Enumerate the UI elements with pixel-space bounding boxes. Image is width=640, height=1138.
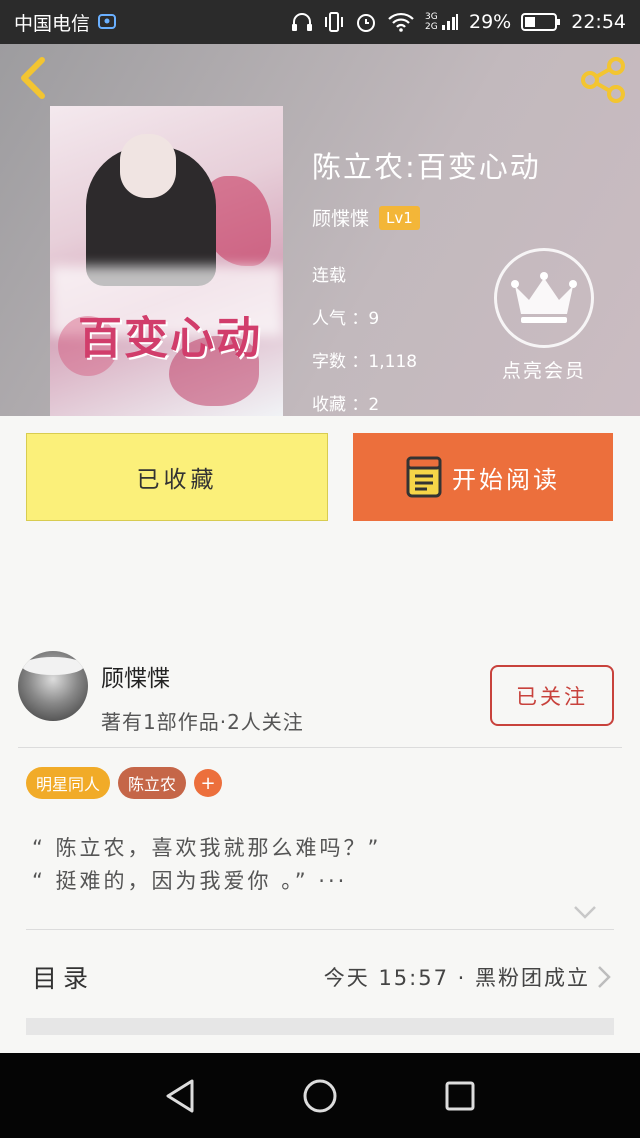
carrier-group: 中国电信: [14, 9, 117, 36]
tag-list: 明星同人 陈立农 +: [26, 767, 223, 799]
nav-recents-icon: [445, 1081, 475, 1110]
status-bar: 中国电信 3G 2G 29% 22:54: [0, 0, 640, 44]
synopsis-line: “ 陈立农，喜欢我就那么难吗？”: [32, 836, 382, 860]
share-button[interactable]: [580, 56, 628, 104]
battery-icon: [521, 12, 561, 32]
table-of-contents-row[interactable]: 目录 今天 15:57 · 黑粉团成立: [26, 945, 614, 1009]
book-icon: [406, 456, 442, 498]
nav-back-button[interactable]: [158, 1074, 202, 1118]
expand-synopsis-button[interactable]: [572, 904, 598, 920]
serial-status: 连载: [312, 266, 346, 286]
book-header: 百变心动 陈立农:百变心动 顾惵惵 Lv1 连载 人气 ：9 字数 ：1,118…: [0, 44, 640, 416]
avatar-hat: [22, 657, 84, 675]
author-card-name[interactable]: 顾惵惵: [101, 659, 170, 693]
latest-chapter: 今天 15:57 · 黑粉团成立: [323, 966, 590, 990]
divider: [18, 747, 622, 748]
system-nav-bar: [0, 1053, 640, 1138]
section-separator: [26, 1018, 614, 1035]
start-reading-label: 开始阅读: [452, 465, 560, 494]
nav-back-icon: [166, 1079, 194, 1112]
level-badge: Lv1: [379, 205, 420, 230]
cover-title: 百变心动: [78, 313, 262, 364]
alarm-icon: [355, 11, 377, 33]
battery-percent: 29%: [469, 11, 512, 33]
synopsis-line: “ 挺难的，因为我爱你 。” ···: [32, 869, 348, 893]
cover-face: [120, 134, 176, 198]
member-button[interactable]: 点亮会员: [494, 248, 594, 394]
tag-item[interactable]: 明星同人: [26, 767, 111, 799]
back-button[interactable]: [14, 56, 54, 100]
follow-label: 已关注: [516, 684, 588, 709]
signal-icon: 3G 2G: [425, 12, 459, 32]
nav-home-icon: [303, 1079, 337, 1112]
book-title: 陈立农:百变心动: [312, 150, 541, 184]
status-icons: 3G 2G 29% 22:54: [291, 11, 626, 33]
word-count: 字数 ：1,118: [312, 352, 418, 372]
network-type: 3G 2G: [425, 12, 438, 32]
chevron-right-icon: [598, 966, 611, 988]
share-icon: [581, 57, 625, 103]
nav-home-button[interactable]: [298, 1074, 342, 1118]
favorites-count: 收藏 ：2: [312, 395, 380, 415]
headphones-icon: [291, 12, 313, 32]
toc-label: 目录: [32, 964, 95, 993]
vibrate-icon: [323, 12, 345, 32]
chevron-down-icon: [574, 906, 596, 919]
collected-button[interactable]: 已收藏: [26, 433, 328, 521]
author-row[interactable]: 顾惵惵 Lv1: [312, 204, 420, 231]
crown-badge: [494, 248, 594, 348]
author-card-stats: 著有1部作品·2人关注: [101, 710, 304, 734]
wifi-icon: [387, 12, 415, 32]
back-arrow-icon: [21, 57, 45, 99]
clock: 22:54: [571, 11, 626, 33]
carrier-name: 中国电信: [14, 12, 91, 35]
member-label: 点亮会员: [501, 360, 586, 382]
notification-icon: [98, 13, 117, 31]
crown-icon: [511, 272, 577, 323]
nav-recents-button[interactable]: [438, 1074, 482, 1118]
collected-label: 已收藏: [136, 467, 218, 493]
tag-item[interactable]: 陈立农: [118, 767, 187, 799]
divider: [26, 929, 614, 930]
start-reading-button[interactable]: 开始阅读: [353, 433, 613, 521]
popularity: 人气 ：9: [312, 309, 380, 329]
author-name[interactable]: 顾惵惵: [312, 204, 369, 231]
book-cover[interactable]: 百变心动: [50, 106, 283, 416]
follow-button[interactable]: 已关注: [490, 665, 614, 726]
avatar[interactable]: [18, 651, 88, 721]
synopsis: “ 陈立农，喜欢我就那么难吗？” “ 挺难的，因为我爱你 。” ···: [32, 832, 381, 898]
add-tag-button[interactable]: +: [194, 769, 223, 797]
